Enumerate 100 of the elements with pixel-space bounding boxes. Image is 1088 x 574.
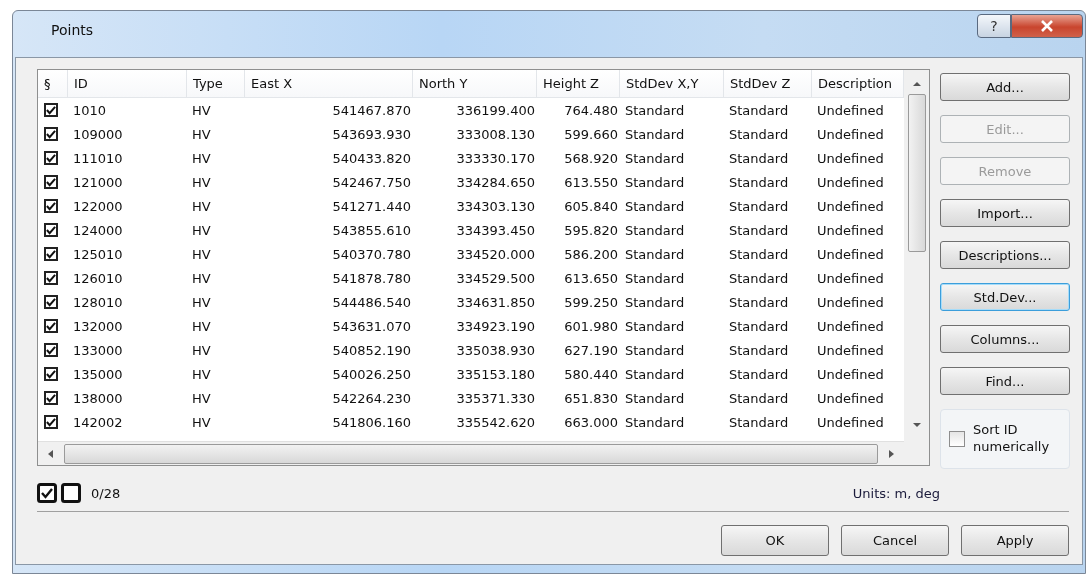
column-header[interactable]: StdDev Z	[724, 70, 812, 97]
table-cell: 540370.780	[332, 246, 411, 262]
dialog-button[interactable]: Apply	[961, 525, 1069, 556]
table-cell: Standard	[729, 126, 789, 142]
table-cell: 334284.650	[456, 174, 535, 190]
table-cell: Standard	[625, 366, 685, 382]
table-cell: 333008.130	[456, 126, 535, 142]
table-cell: HV	[192, 414, 211, 430]
table-cell: 542264.230	[332, 390, 411, 406]
column-header[interactable]: North Y	[413, 70, 537, 97]
row-checkbox[interactable]	[44, 103, 58, 117]
row-checkbox[interactable]	[44, 271, 58, 285]
table-cell: 334520.000	[456, 246, 535, 262]
side-button[interactable]: Columns...	[940, 325, 1070, 353]
table-cell: 541271.440	[332, 198, 411, 214]
table-cell: Standard	[625, 390, 685, 406]
scroll-down-icon[interactable]	[911, 421, 922, 429]
table-cell: Standard	[729, 366, 789, 382]
table-cell: HV	[192, 102, 211, 118]
table-cell: 124000	[73, 222, 123, 238]
table-cell: HV	[192, 126, 211, 142]
row-checkbox[interactable]	[44, 223, 58, 237]
close-button[interactable]	[1011, 14, 1083, 38]
table-cell: 540433.820	[332, 150, 411, 166]
units-label: Units: m, deg	[852, 485, 940, 501]
table-cell: 764.480	[564, 102, 618, 118]
row-checkbox[interactable]	[44, 247, 58, 261]
sort-checkbox[interactable]	[949, 431, 965, 447]
table-cell: HV	[192, 174, 211, 190]
column-header[interactable]: Height Z	[537, 70, 620, 97]
row-checkbox[interactable]	[44, 151, 58, 165]
table-cell: 133000	[73, 342, 123, 358]
scroll-up-icon[interactable]	[911, 80, 922, 88]
table-cell: Undefined	[817, 150, 884, 166]
column-header[interactable]: StdDev X,Y	[620, 70, 724, 97]
close-icon	[1040, 20, 1054, 32]
table-cell: Undefined	[817, 246, 884, 262]
horizontal-scrollbar[interactable]	[38, 441, 904, 465]
table-cell: Standard	[729, 342, 789, 358]
sort-option[interactable]: Sort ID numerically	[940, 409, 1070, 469]
row-checkbox[interactable]	[44, 199, 58, 213]
row-checkbox[interactable]	[44, 415, 58, 429]
column-header[interactable]: ID	[68, 70, 187, 97]
table-cell: HV	[192, 270, 211, 286]
table-cell: 334529.500	[456, 270, 535, 286]
table-cell: 541878.780	[332, 270, 411, 286]
row-checkbox[interactable]	[44, 367, 58, 381]
table-cell: 132000	[73, 318, 123, 334]
side-button[interactable]: Import...	[940, 199, 1070, 227]
row-checkbox[interactable]	[44, 175, 58, 189]
table-cell: Standard	[729, 318, 789, 334]
table-cell: 541806.160	[332, 414, 411, 430]
table-cell: Standard	[625, 270, 685, 286]
scroll-right-icon[interactable]	[887, 448, 895, 459]
check-column-header[interactable]: §	[38, 70, 68, 97]
check-all-button[interactable]	[37, 483, 57, 503]
column-header[interactable]: Type	[187, 70, 245, 97]
help-button[interactable]: ?	[977, 14, 1011, 38]
table-cell: 543855.610	[332, 222, 411, 238]
scroll-left-icon[interactable]	[47, 448, 55, 459]
side-button[interactable]: Descriptions...	[940, 241, 1070, 269]
row-checkbox[interactable]	[44, 295, 58, 309]
table-cell: 543693.930	[332, 126, 411, 142]
table-cell: Standard	[625, 246, 685, 262]
table-cell: 568.920	[564, 150, 618, 166]
row-checkbox[interactable]	[44, 319, 58, 333]
empty-box-icon	[61, 483, 81, 503]
row-checkbox[interactable]	[44, 127, 58, 141]
table-cell: Standard	[729, 294, 789, 310]
table-cell: Standard	[729, 222, 789, 238]
dialog-button[interactable]: Cancel	[841, 525, 949, 556]
table-cell: Standard	[625, 126, 685, 142]
table-cell: 586.200	[564, 246, 618, 262]
table-cell: 142002	[73, 414, 123, 430]
dialog-button[interactable]: OK	[721, 525, 829, 556]
table-cell: Standard	[625, 318, 685, 334]
table-cell: 333330.170	[456, 150, 535, 166]
table-cell: 542467.750	[332, 174, 411, 190]
row-checkbox[interactable]	[44, 343, 58, 357]
table-cell: Standard	[625, 174, 685, 190]
table-cell: 109000	[73, 126, 123, 142]
table-cell: 599.660	[564, 126, 618, 142]
row-checkbox[interactable]	[44, 391, 58, 405]
table-cell: Undefined	[817, 366, 884, 382]
table-cell: Standard	[625, 222, 685, 238]
side-button[interactable]: Add...	[940, 73, 1070, 101]
table-cell: 599.250	[564, 294, 618, 310]
table-cell: Standard	[729, 270, 789, 286]
table-cell: Standard	[729, 150, 789, 166]
table-cell: Undefined	[817, 342, 884, 358]
table-cell: 122000	[73, 198, 123, 214]
table-cell: 336199.400	[456, 102, 535, 118]
uncheck-all-button[interactable]	[61, 483, 81, 503]
side-button[interactable]: Find...	[940, 367, 1070, 395]
table-cell: 138000	[73, 390, 123, 406]
table-cell: Undefined	[817, 270, 884, 286]
table-cell: 544486.540	[332, 294, 411, 310]
column-header[interactable]: East X	[245, 70, 413, 97]
side-button[interactable]: Std.Dev...	[940, 283, 1070, 311]
table-cell: HV	[192, 198, 211, 214]
